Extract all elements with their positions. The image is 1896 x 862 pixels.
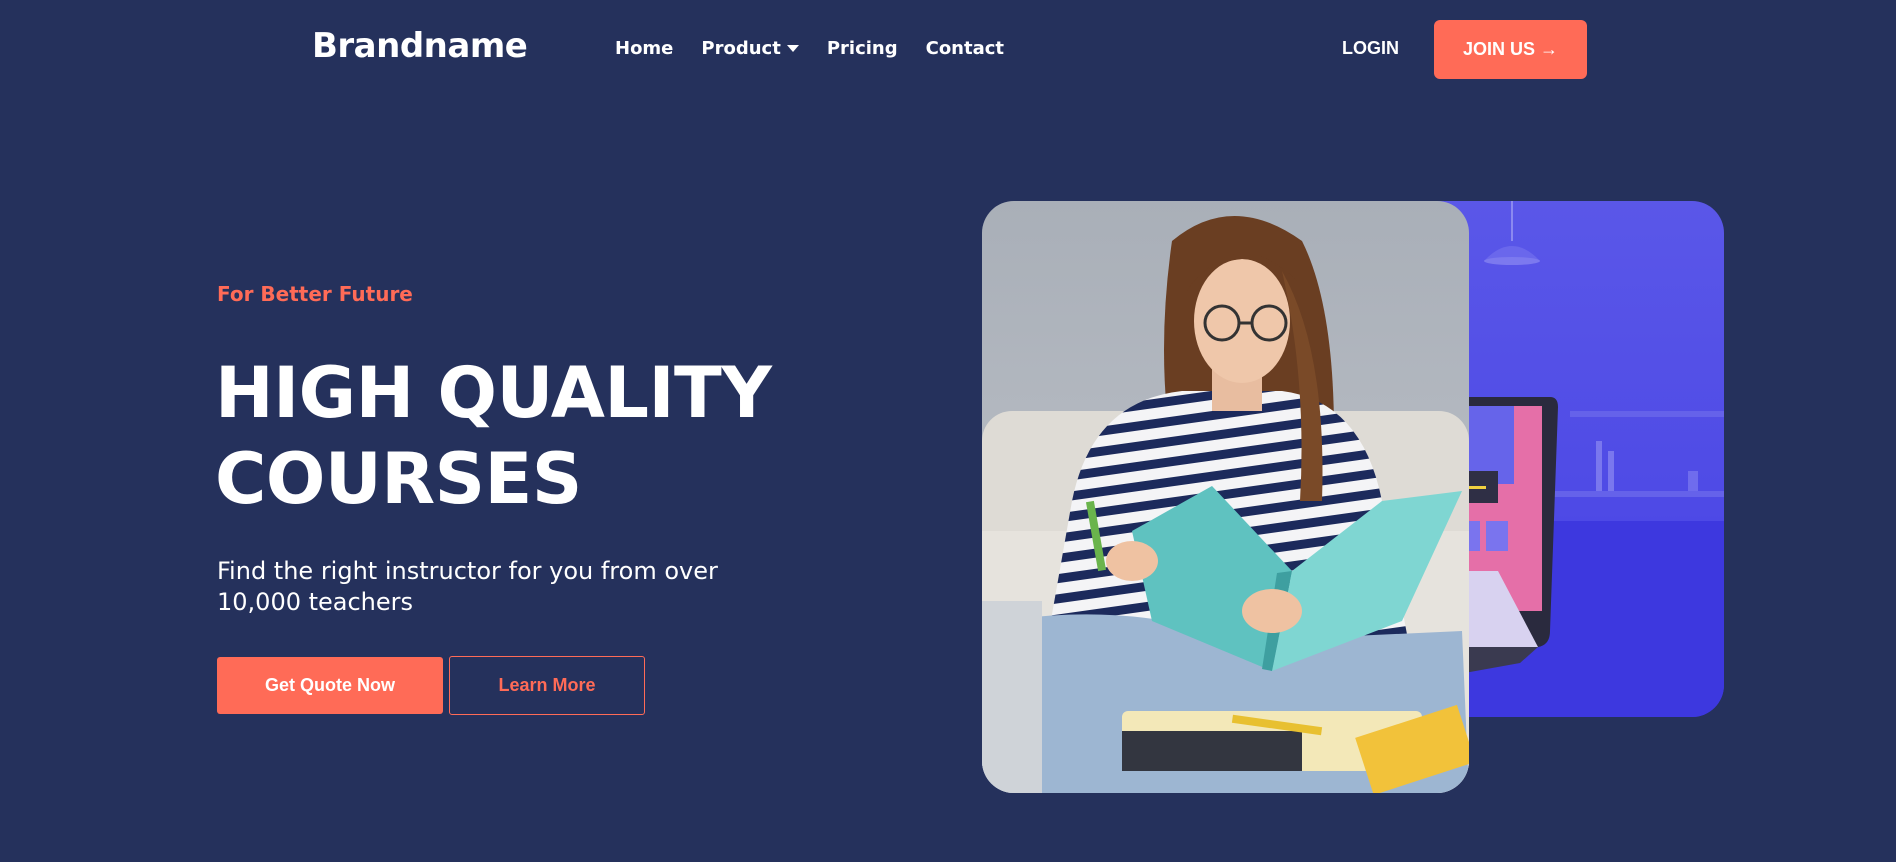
nav-link-contact-label: Contact <box>925 38 1005 59</box>
brand-logo[interactable]: Brandname <box>312 26 528 66</box>
get-quote-button[interactable]: Get Quote Now <box>217 657 443 714</box>
hero-subtext: Find the right instructor for you from o… <box>217 557 718 616</box>
main-nav: Home Product Pricing Contact <box>615 38 1032 59</box>
nav-link-pricing-label: Pricing <box>826 38 898 59</box>
nav-link-product[interactable]: Product <box>701 38 799 59</box>
nav-link-home-label: Home <box>615 38 674 59</box>
login-link[interactable]: LOGIN <box>1342 38 1399 59</box>
hero-eyebrow: For Better Future <box>217 282 413 306</box>
hero-headline: HIGH QUALITY COURSES <box>215 350 835 522</box>
nav-link-product-label: Product <box>701 38 781 59</box>
learn-more-button[interactable]: Learn More <box>449 656 645 715</box>
student-reading-photo <box>982 201 1469 793</box>
caret-down-icon <box>786 45 799 52</box>
nav-link-pricing[interactable]: Pricing <box>827 38 898 59</box>
join-us-button[interactable]: JOIN US → <box>1434 20 1587 79</box>
nav-link-home[interactable]: Home <box>615 38 673 59</box>
hero-headline-line2: COURSES <box>215 438 582 520</box>
navbar: Brandname Home Product Pricing Contact L… <box>0 0 1896 100</box>
hero-headline-line1: HIGH QUALITY <box>215 352 772 434</box>
nav-link-contact[interactable]: Contact <box>926 38 1004 59</box>
